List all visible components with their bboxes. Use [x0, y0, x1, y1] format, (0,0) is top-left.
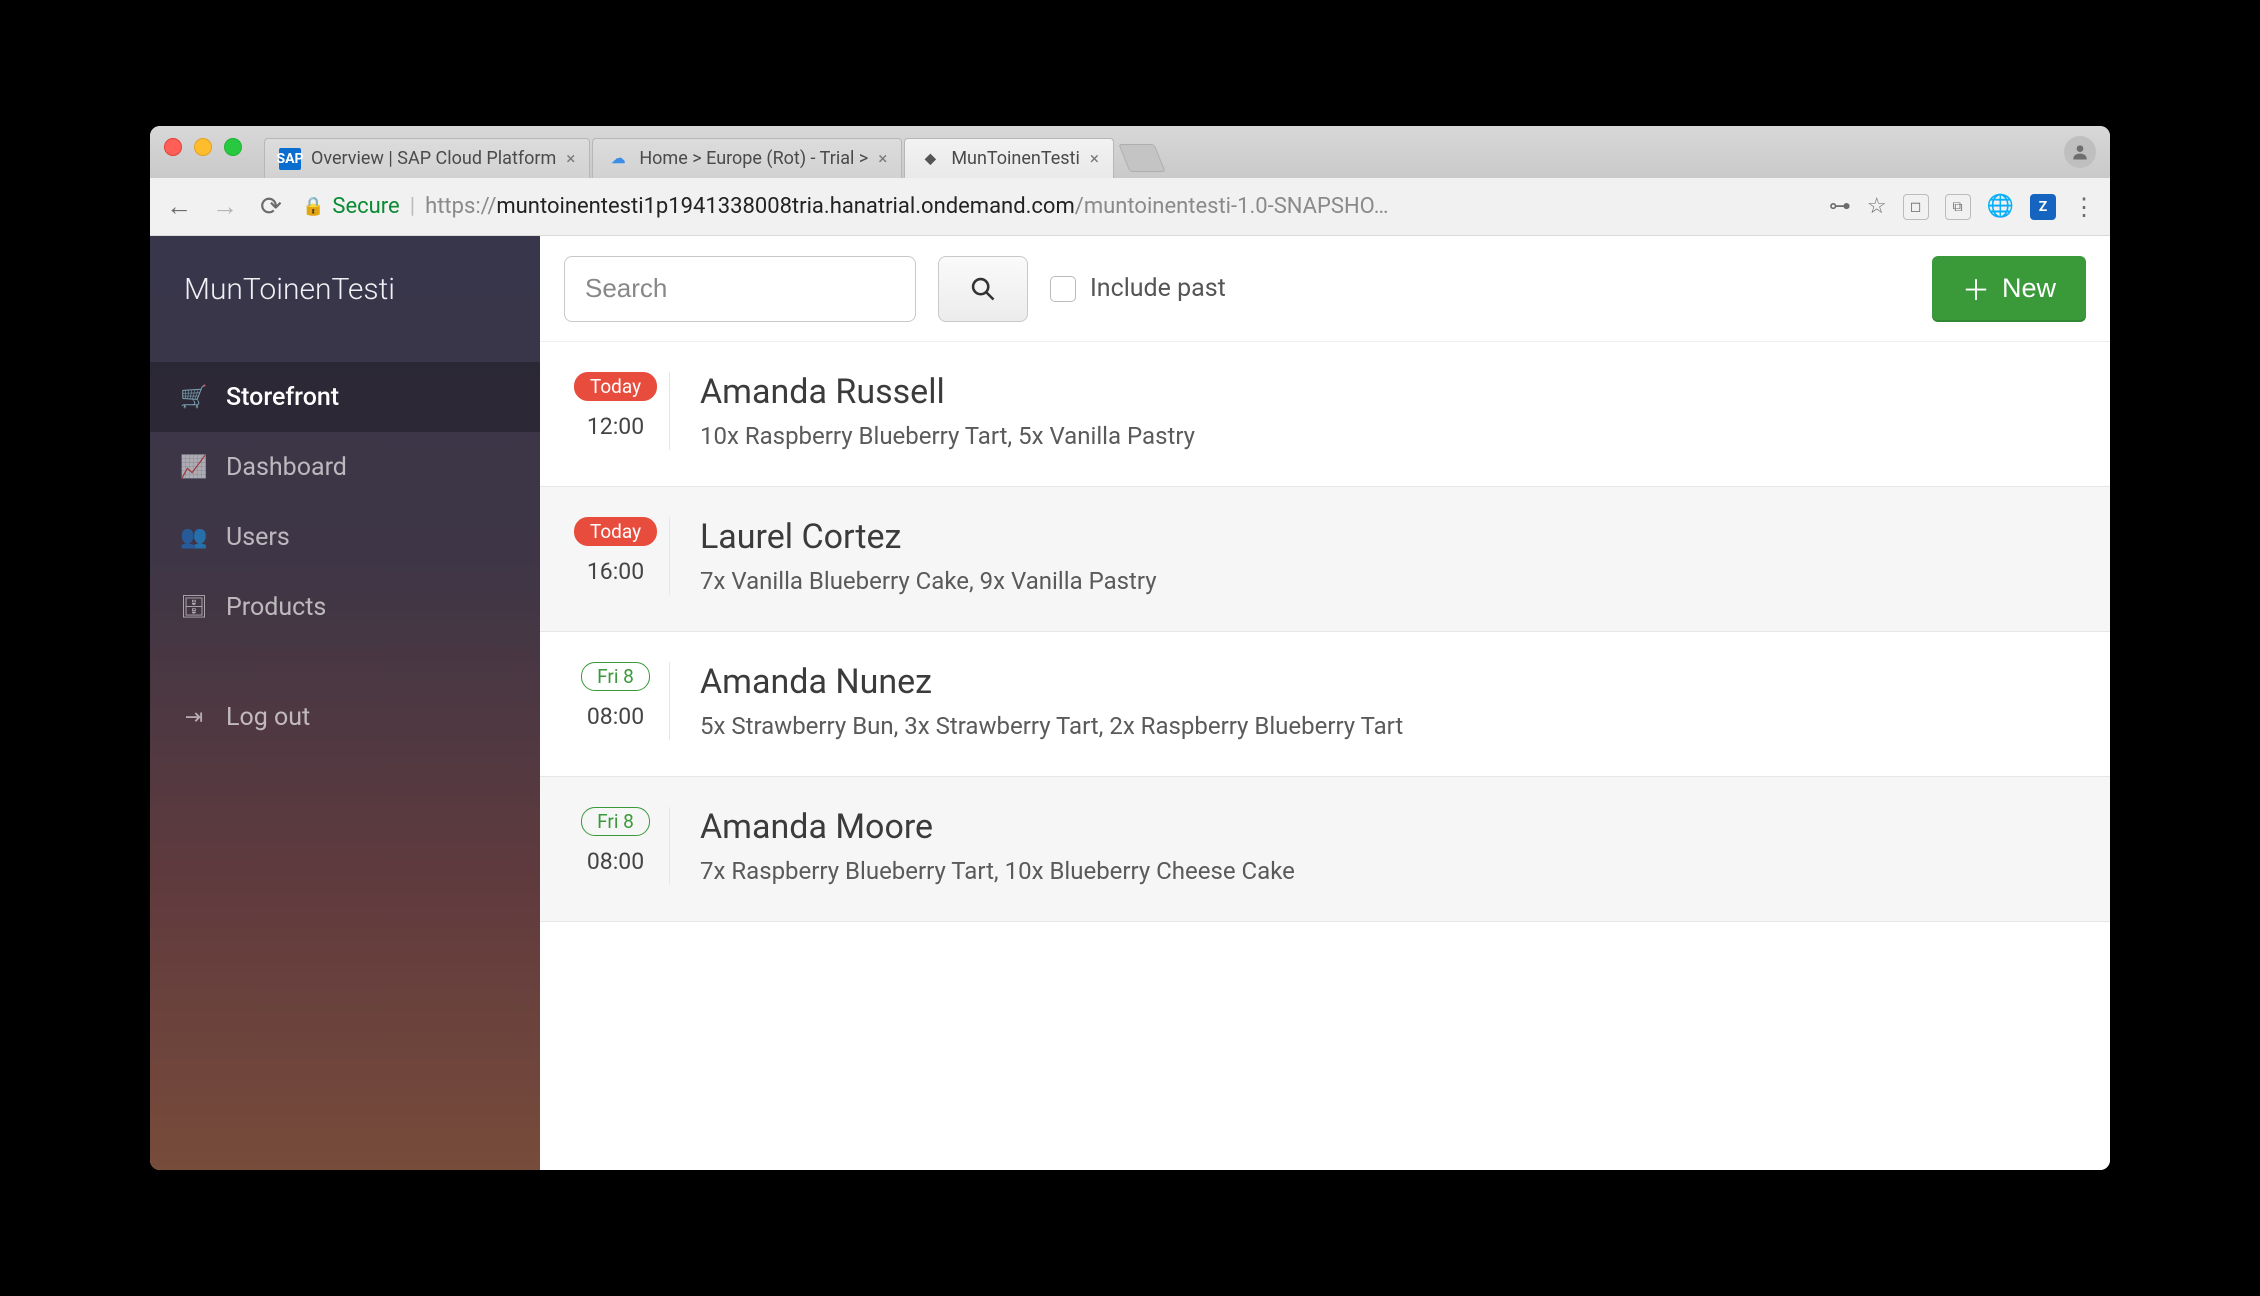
tab-home-europe[interactable]: ☁ Home > Europe (Rot) - Trial > ×	[592, 138, 902, 178]
logout-icon: ⇥	[180, 705, 208, 730]
minimize-window-icon[interactable]	[194, 138, 212, 156]
row-time: 12:00	[587, 413, 644, 440]
url-host: muntoinentesti1p1941338008tria.hanatrial…	[496, 194, 1074, 219]
forward-icon[interactable]: →	[210, 191, 240, 222]
app-favicon-icon: ◆	[919, 148, 941, 170]
sidebar-item-label: Log out	[226, 703, 310, 732]
browser-window: SAP Overview | SAP Cloud Platform × ☁ Ho…	[150, 126, 2110, 1170]
row-time: 08:00	[587, 703, 644, 730]
include-past-toggle[interactable]: Include past	[1050, 274, 1226, 303]
new-button[interactable]: ＋ New	[1932, 256, 2086, 322]
row-meta: Fri 8 08:00	[540, 662, 670, 740]
maximize-window-icon[interactable]	[224, 138, 242, 156]
sidebar-item-users[interactable]: 👥 Users	[150, 502, 540, 572]
sidebar-nav: 🛒 Storefront 📈 Dashboard 👥 Users 🗄 Produ…	[150, 342, 540, 752]
row-meta: Today 16:00	[540, 517, 670, 595]
list-item[interactable]: Today 12:00 Amanda Russell 10x Raspberry…	[540, 342, 2110, 487]
key-icon[interactable]: ⊶	[1829, 194, 1851, 219]
sidebar-item-storefront[interactable]: 🛒 Storefront	[150, 362, 540, 432]
sidebar-item-label: Users	[226, 523, 290, 552]
row-time: 08:00	[587, 848, 644, 875]
row-desc: 10x Raspberry Blueberry Tart, 5x Vanilla…	[700, 422, 2080, 450]
search-icon	[969, 275, 997, 303]
new-tab-button[interactable]	[1118, 144, 1165, 172]
new-button-label: New	[2002, 273, 2056, 304]
include-past-label: Include past	[1090, 274, 1226, 303]
row-desc: 7x Vanilla Blueberry Cake, 9x Vanilla Pa…	[700, 567, 2080, 595]
url-protocol: https://	[425, 194, 496, 219]
tab-label: Home > Europe (Rot) - Trial >	[639, 148, 868, 169]
row-name: Laurel Cortez	[700, 517, 2080, 557]
list-item[interactable]: Fri 8 08:00 Amanda Moore 7x Raspberry Bl…	[540, 777, 2110, 922]
extension-z-icon[interactable]: Z	[2030, 194, 2056, 220]
row-time: 16:00	[587, 558, 644, 585]
tab-sap-overview[interactable]: SAP Overview | SAP Cloud Platform ×	[264, 138, 590, 178]
menu-icon[interactable]: ⋮	[2072, 193, 2096, 221]
app-root: MunToinenTesti 🛒 Storefront 📈 Dashboard …	[150, 236, 2110, 1170]
url-field[interactable]: 🔒 Secure | https:// muntoinentesti1p1941…	[302, 194, 1813, 219]
list-item[interactable]: Fri 8 08:00 Amanda Nunez 5x Strawberry B…	[540, 632, 2110, 777]
search-input[interactable]	[564, 256, 916, 322]
date-badge: Fri 8	[581, 662, 650, 691]
row-desc: 7x Raspberry Blueberry Tart, 10x Blueber…	[700, 857, 2080, 885]
list-item[interactable]: Today 16:00 Laurel Cortez 7x Vanilla Blu…	[540, 487, 2110, 632]
cart-icon: 🛒	[180, 385, 208, 410]
users-icon: 👥	[180, 525, 208, 550]
row-name: Amanda Moore	[700, 807, 2080, 847]
extension-globe-icon[interactable]: 🌐	[1987, 194, 2014, 219]
back-icon[interactable]: ←	[164, 191, 194, 222]
reload-icon[interactable]: ⟳	[256, 192, 286, 222]
row-meta: Fri 8 08:00	[540, 807, 670, 885]
row-body: Amanda Russell 10x Raspberry Blueberry T…	[670, 372, 2110, 450]
close-icon[interactable]: ×	[878, 149, 887, 169]
row-name: Amanda Russell	[700, 372, 2080, 412]
app-brand: MunToinenTesti	[150, 236, 540, 342]
close-icon[interactable]: ×	[566, 149, 575, 169]
date-badge: Today	[574, 517, 657, 546]
window-controls	[164, 126, 264, 178]
row-body: Amanda Moore 7x Raspberry Blueberry Tart…	[670, 807, 2110, 885]
date-badge: Fri 8	[581, 807, 650, 836]
order-list: Today 12:00 Amanda Russell 10x Raspberry…	[540, 342, 2110, 1170]
address-bar: ← → ⟳ 🔒 Secure | https:// muntoinentesti…	[150, 178, 2110, 236]
url-path: /muntoinentesti-1.0-SNAPSHO…	[1075, 194, 1389, 219]
tab-bar: SAP Overview | SAP Cloud Platform × ☁ Ho…	[150, 126, 2110, 178]
sidebar-item-label: Dashboard	[226, 453, 347, 482]
cloud-favicon-icon: ☁	[607, 148, 629, 170]
chart-icon: 📈	[180, 455, 208, 480]
date-badge: Today	[574, 372, 657, 401]
sidebar: MunToinenTesti 🛒 Storefront 📈 Dashboard …	[150, 236, 540, 1170]
row-body: Laurel Cortez 7x Vanilla Blueberry Cake,…	[670, 517, 2110, 595]
profile-icon[interactable]	[2064, 136, 2096, 168]
tab-label: MunToinenTesti	[951, 148, 1080, 169]
row-name: Amanda Nunez	[700, 662, 2080, 702]
sidebar-item-dashboard[interactable]: 📈 Dashboard	[150, 432, 540, 502]
close-window-icon[interactable]	[164, 138, 182, 156]
extension-icon[interactable]: ⧉	[1945, 194, 1971, 220]
toolbar-icons: ⊶ ☆ ◻ ⧉ 🌐 Z ⋮	[1829, 193, 2096, 221]
toolbar: Include past ＋ New	[540, 236, 2110, 342]
sidebar-item-label: Storefront	[226, 383, 339, 412]
checkbox-icon[interactable]	[1050, 276, 1076, 302]
row-body: Amanda Nunez 5x Strawberry Bun, 3x Straw…	[670, 662, 2110, 740]
plus-icon: ＋	[1962, 269, 1990, 309]
sidebar-item-products[interactable]: 🗄 Products	[150, 572, 540, 642]
main-content: Include past ＋ New Today 12:00 Amanda Ru…	[540, 236, 2110, 1170]
sidebar-item-logout[interactable]: ⇥ Log out	[150, 682, 540, 752]
sap-favicon-icon: SAP	[279, 148, 301, 170]
lock-icon: 🔒	[302, 196, 324, 217]
tab-muntoinentesti[interactable]: ◆ MunToinenTesti ×	[904, 138, 1114, 178]
row-meta: Today 12:00	[540, 372, 670, 450]
box-icon: 🗄	[180, 595, 208, 620]
row-desc: 5x Strawberry Bun, 3x Strawberry Tart, 2…	[700, 712, 2080, 740]
close-icon[interactable]: ×	[1090, 149, 1099, 169]
sidebar-item-label: Products	[226, 593, 326, 622]
bookmark-icon[interactable]: ☆	[1867, 194, 1887, 219]
secure-label: Secure	[332, 194, 399, 219]
tab-label: Overview | SAP Cloud Platform	[311, 148, 556, 169]
search-button[interactable]	[938, 256, 1028, 322]
extension-icon[interactable]: ◻	[1903, 194, 1929, 220]
